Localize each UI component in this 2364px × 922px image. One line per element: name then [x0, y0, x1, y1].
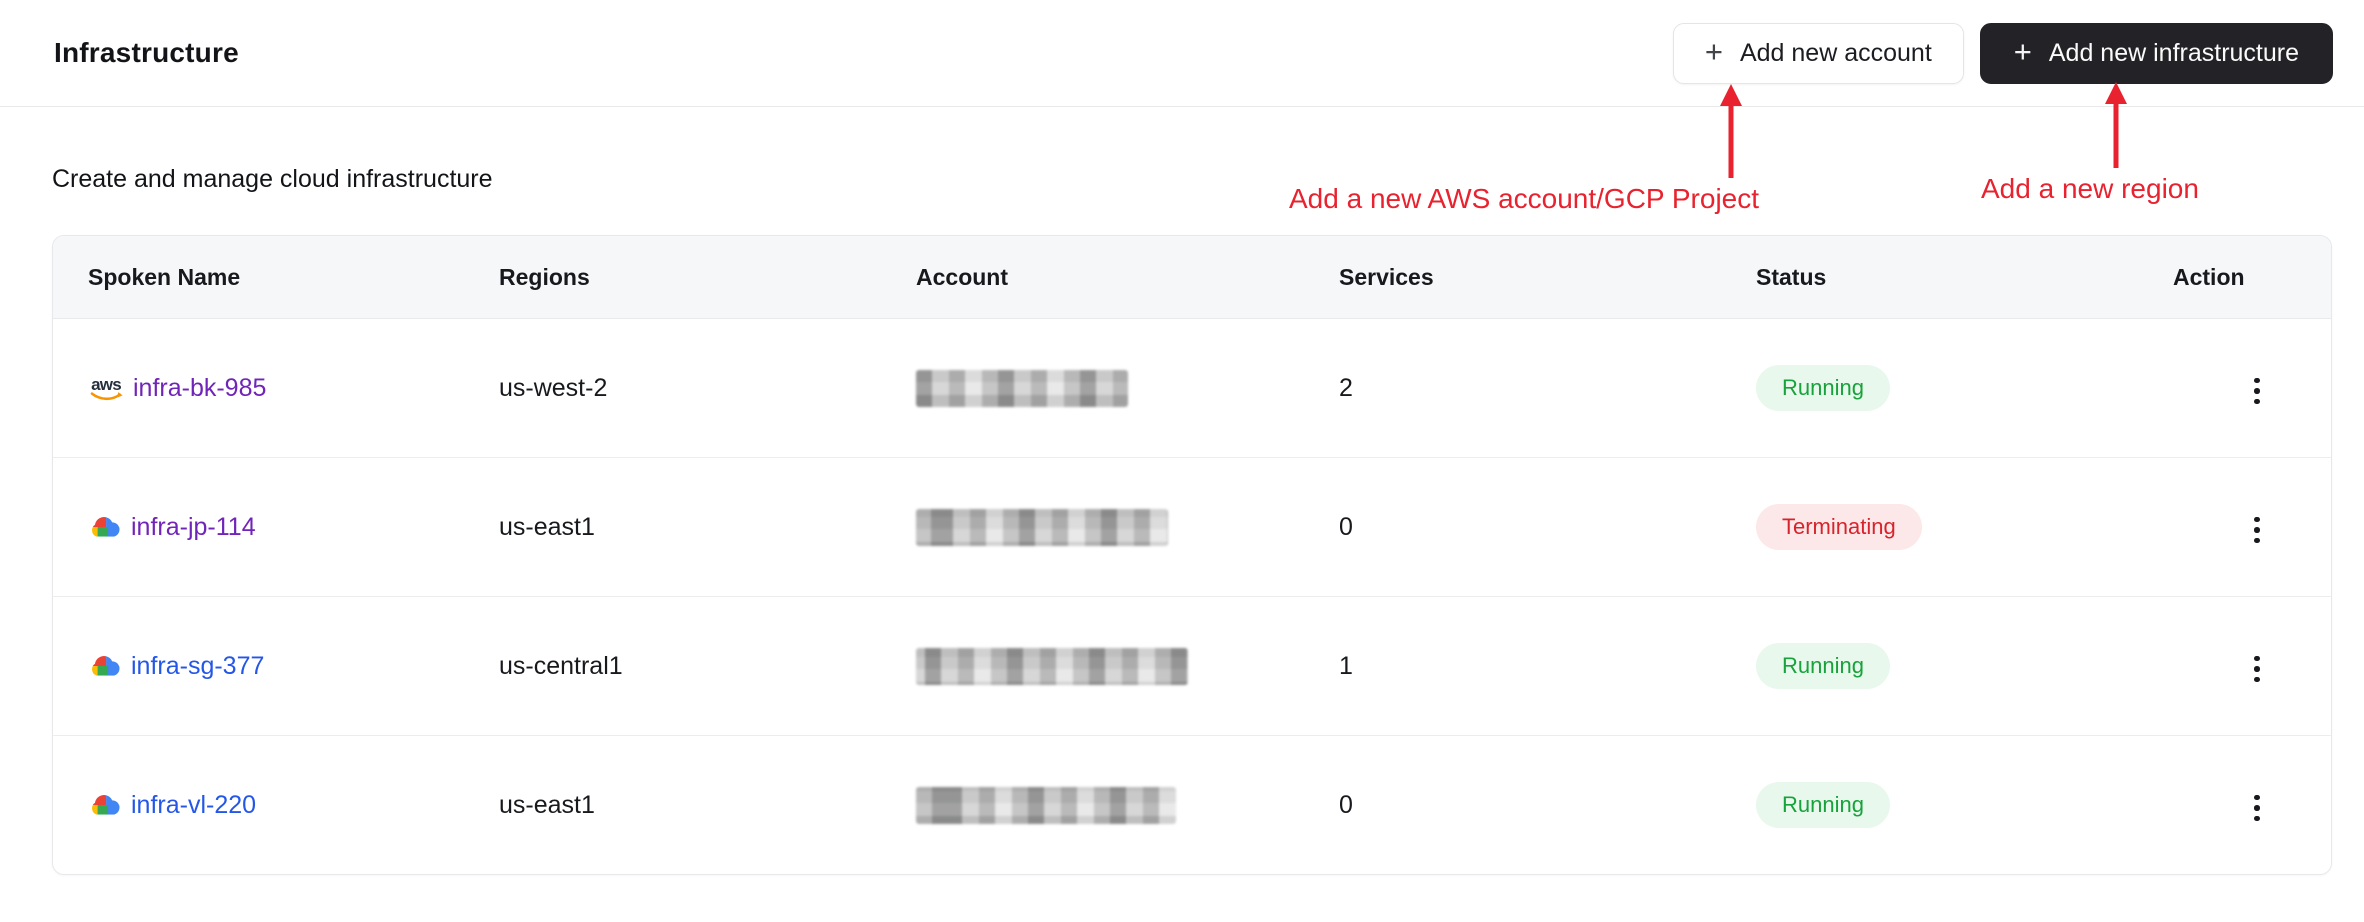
region-cell: us-east1	[499, 512, 595, 541]
services-count: 0	[1339, 790, 1353, 819]
row-actions-kebab-button[interactable]	[2235, 784, 2279, 832]
row-actions-kebab-button[interactable]	[2235, 506, 2279, 554]
top-bar: Infrastructure + Add new account + Add n…	[0, 0, 2364, 107]
infrastructure-name-link[interactable]: infra-vl-220	[131, 791, 256, 820]
services-count: 1	[1339, 651, 1353, 680]
column-header: Services	[1339, 263, 1434, 290]
column-header: Regions	[499, 263, 590, 290]
row-actions-kebab-button[interactable]	[2235, 645, 2279, 693]
annotation-add-account: Add a new AWS account/GCP Project	[1289, 183, 1760, 214]
column-header: Status	[1756, 263, 1827, 290]
redacted-account-value	[916, 369, 1128, 407]
infrastructure-name-link[interactable]: infra-jp-114	[131, 513, 256, 542]
annotation-add-region: Add a new region	[1981, 173, 2199, 204]
region-cell: us-central1	[499, 651, 623, 680]
status-badge: Running	[1756, 365, 1890, 411]
plus-icon: +	[2013, 33, 2032, 69]
page-title: Infrastructure	[54, 37, 239, 68]
column-header: Spoken Name	[88, 263, 241, 290]
services-count: 2	[1339, 373, 1353, 402]
redacted-account-value	[916, 647, 1188, 685]
table-body: aws infra-bk-985 us-west-2 2 Running inf…	[53, 319, 2331, 874]
add-account-button-label: Add new account	[1739, 38, 1932, 67]
region-cell: us-west-2	[499, 373, 608, 402]
aws-icon: aws	[88, 376, 124, 402]
status-badge: Running	[1756, 782, 1890, 828]
row-actions-kebab-button[interactable]	[2235, 367, 2279, 415]
gcp-icon	[88, 652, 122, 680]
status-badge: Terminating	[1756, 504, 1922, 550]
table-header-row: Spoken Name Regions Account Services Status A…	[53, 236, 2331, 319]
page-subtitle: Create and manage cloud infrastructure	[52, 165, 493, 193]
add-infrastructure-button-label: Add new infrastructure	[2048, 38, 2299, 67]
add-account-button[interactable]: + Add new account	[1672, 22, 1964, 84]
infrastructure-name-link[interactable]: infra-sg-377	[131, 652, 264, 681]
region-cell: us-east1	[499, 790, 595, 819]
gcp-icon	[88, 791, 122, 819]
annotation-arrow-up-icon	[2105, 82, 2127, 168]
status-badge: Running	[1756, 643, 1890, 689]
column-header: Account	[916, 263, 1008, 290]
services-count: 0	[1339, 512, 1353, 541]
infrastructure-table: Spoken Name Regions Account Services Status A…	[52, 235, 2332, 875]
redacted-account-value	[916, 786, 1176, 824]
table-row: aws infra-sg-377	[53, 596, 2331, 735]
table-row: aws infra-vl-220	[53, 735, 2331, 874]
infrastructure-name-link[interactable]: infra-bk-985	[133, 374, 266, 403]
infrastructure-page: Infrastructure + Add new account + Add n…	[0, 0, 2364, 922]
table-row: aws infra-bk-985 us-west-2 2 Running	[53, 319, 2331, 457]
add-infrastructure-button[interactable]: + Add new infrastructure	[1979, 22, 2333, 84]
redacted-account-value	[916, 508, 1168, 546]
annotation-arrow-up-icon	[1720, 84, 1742, 178]
plus-icon: +	[1704, 33, 1723, 69]
column-header: Action	[2173, 263, 2245, 290]
main-content: Create and manage cloud infrastructure S…	[0, 107, 2364, 875]
table-row: aws infra-jp-114	[53, 457, 2331, 596]
gcp-icon	[88, 513, 122, 541]
